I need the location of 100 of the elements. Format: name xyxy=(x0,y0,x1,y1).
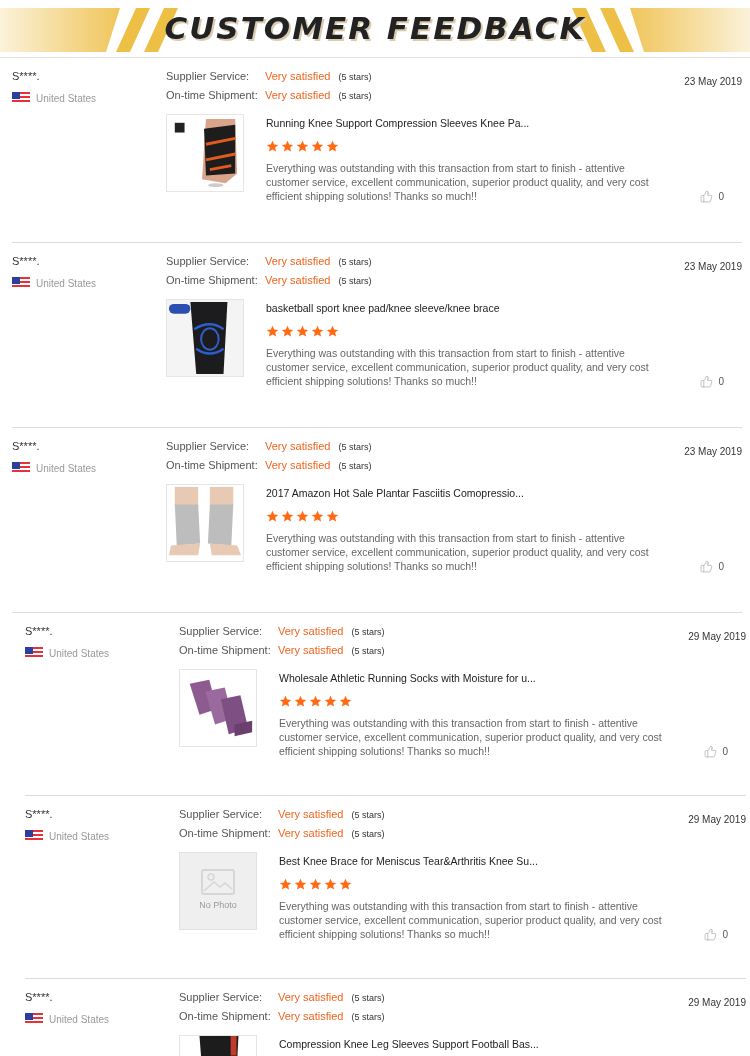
star-icon xyxy=(324,877,337,891)
rating-label: Supplier Service: xyxy=(179,990,264,1005)
product-title: Compression Knee Leg Sleeves Support Football Bas... xyxy=(279,1037,539,1052)
review-date: 23 May 2019 xyxy=(684,261,742,272)
star-count: (5 stars) xyxy=(351,1011,385,1024)
star-icon xyxy=(294,694,307,708)
no-photo-text: No Photo xyxy=(199,899,237,913)
rating-value: Very satisfied xyxy=(265,458,331,473)
rating-label: Supplier Service: xyxy=(166,439,251,454)
thumbs-up-icon[interactable] xyxy=(700,560,714,573)
star-icon xyxy=(294,877,307,891)
star-icon xyxy=(296,324,309,338)
star-count: (5 stars) xyxy=(338,71,372,84)
review-text: Everything was outstanding with this transaction from start to finish - attentive customer service, excellent communication, superior product quality, and very cost efficient shipping solutions! Thanks so much!! xyxy=(279,898,663,941)
star-icon xyxy=(266,139,279,153)
star-count: (5 stars) xyxy=(338,275,372,288)
like-count: 0 xyxy=(722,928,728,942)
star-icon xyxy=(324,694,337,708)
rating-label: On-time Shipment: xyxy=(166,458,259,473)
reviewer-name: S****. xyxy=(12,254,41,269)
country-name: United States xyxy=(49,829,110,844)
star-icon xyxy=(296,139,309,153)
review-date: 23 May 2019 xyxy=(684,446,742,457)
us-flag-icon xyxy=(12,462,30,474)
rating-label: On-time Shipment: xyxy=(166,273,259,288)
rating-label: On-time Shipment: xyxy=(179,1009,272,1024)
review-text: Everything was outstanding with this transaction from start to finish - attentive customer service, excellent communication, superior product quality, and very cost efficient shipping solutions! Thanks so much!! xyxy=(266,160,650,203)
review-date: 29 May 2019 xyxy=(688,631,746,642)
product-title: 2017 Amazon Hot Sale Plantar Fasciitis Comopressio... xyxy=(266,486,525,501)
star-icon xyxy=(266,509,279,523)
rating-label: Supplier Service: xyxy=(179,624,264,639)
thumbs-up-icon[interactable] xyxy=(704,928,718,941)
like-count: 0 xyxy=(718,375,724,389)
star-count: (5 stars) xyxy=(351,828,385,841)
page-title: CUSTOMER FEEDBACK xyxy=(164,9,586,49)
rating-label: Supplier Service: xyxy=(179,807,264,822)
star-icon xyxy=(296,509,309,523)
us-flag-icon xyxy=(25,1013,43,1025)
like-count: 0 xyxy=(718,190,724,204)
product-title: basketball sport knee pad/knee sleeve/knee brace xyxy=(266,301,501,316)
star-count: (5 stars) xyxy=(351,626,385,639)
star-icon xyxy=(339,694,352,708)
rating-value: Very satisfied xyxy=(278,643,344,658)
thumbs-up-icon[interactable] xyxy=(700,375,714,388)
rating-value: Very satisfied xyxy=(278,624,344,639)
product-title: Running Knee Support Compression Sleeves Knee Pa... xyxy=(266,116,531,131)
review-date: 23 May 2019 xyxy=(684,76,742,87)
us-flag-icon xyxy=(25,647,43,659)
star-icon xyxy=(339,877,352,891)
star-count: (5 stars) xyxy=(338,90,372,103)
us-flag-icon xyxy=(12,277,30,289)
rating-value: Very satisfied xyxy=(278,990,344,1005)
rating-value: Very satisfied xyxy=(278,807,344,822)
star-count: (5 stars) xyxy=(351,645,385,658)
star-icon xyxy=(326,509,339,523)
star-count: (5 stars) xyxy=(351,809,385,822)
rating-value: Very satisfied xyxy=(278,826,344,841)
star-icon xyxy=(311,324,324,338)
product-title: Best Knee Brace for Meniscus Tear&Arthritis Knee Su... xyxy=(279,854,539,869)
star-icon xyxy=(281,509,294,523)
rating-label: On-time Shipment: xyxy=(179,826,272,841)
us-flag-icon xyxy=(12,92,30,104)
thumbs-up-icon[interactable] xyxy=(700,190,714,203)
country-name: United States xyxy=(49,1012,110,1027)
rating-value: Very satisfied xyxy=(278,1009,344,1024)
rating-value: Very satisfied xyxy=(265,273,331,288)
reviewer-name: S****. xyxy=(12,69,41,84)
country-name: United States xyxy=(36,91,97,106)
star-icon xyxy=(311,139,324,153)
star-icon xyxy=(279,694,292,708)
star-icon xyxy=(281,324,294,338)
rating-value: Very satisfied xyxy=(265,88,331,103)
us-flag-icon xyxy=(25,830,43,842)
review-text: Everything was outstanding with this transaction from start to finish - attentive customer service, excellent communication, superior product quality, and very cost efficient shipping solutions! Thanks so much!! xyxy=(279,715,663,758)
star-icon xyxy=(281,139,294,153)
star-icon xyxy=(326,324,339,338)
country-name: United States xyxy=(36,276,97,291)
star-count: (5 stars) xyxy=(351,992,385,1005)
star-count: (5 stars) xyxy=(338,256,372,269)
review-text: Everything was outstanding with this transaction from start to finish - attentive customer service, excellent communication, superior product quality, and very cost efficient shipping solutions! Thanks so much!! xyxy=(266,530,650,573)
thumbs-up-icon[interactable] xyxy=(704,745,718,758)
reviewer-name: S****. xyxy=(25,624,54,639)
country-name: United States xyxy=(49,646,110,661)
rating-value: Very satisfied xyxy=(265,254,331,269)
rating-label: On-time Shipment: xyxy=(179,643,272,658)
star-count: (5 stars) xyxy=(338,460,372,473)
reviewer-name: S****. xyxy=(25,990,54,1005)
star-icon xyxy=(311,509,324,523)
review-text: Everything was outstanding with this transaction from start to finish - attentive customer service, excellent communication, superior product quality, and very cost efficient shipping solutions! Thanks so much!! xyxy=(266,345,650,388)
image-icon xyxy=(201,869,235,896)
star-count: (5 stars) xyxy=(338,441,372,454)
reviewer-name: S****. xyxy=(12,439,41,454)
star-icon xyxy=(309,877,322,891)
country-name: United States xyxy=(36,461,97,476)
rating-label: Supplier Service: xyxy=(166,69,251,84)
star-icon xyxy=(279,877,292,891)
like-count: 0 xyxy=(722,745,728,759)
rating-value: Very satisfied xyxy=(265,439,331,454)
product-title: Wholesale Athletic Running Socks with Moisture for u... xyxy=(279,671,537,686)
review-date: 29 May 2019 xyxy=(688,814,746,825)
